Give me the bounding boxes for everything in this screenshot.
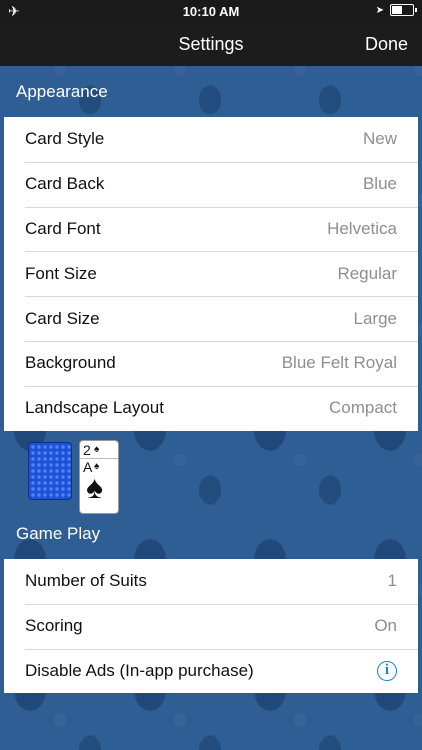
spade-icon: ♠ — [94, 444, 100, 455]
status-time: 10:10 AM — [182, 4, 240, 19]
row-value: 1 — [387, 571, 397, 591]
location-arrow-icon: ➤ — [375, 4, 384, 16]
card-preview: 2 ♠ A ♠ ♠ — [28, 440, 128, 514]
number-of-suits-row[interactable]: Number of Suits 1 — [4, 559, 418, 604]
row-label: Scoring — [25, 616, 83, 636]
row-label: Landscape Layout — [25, 398, 164, 418]
game-play-group: Number of Suits 1 Scoring On Disable Ads… — [4, 559, 418, 694]
done-button[interactable]: Done — [365, 34, 408, 55]
battery-icon — [390, 4, 417, 16]
row-label: Card Size — [25, 308, 100, 328]
row-label: Card Back — [25, 174, 105, 194]
card-back-preview — [28, 442, 72, 500]
disable-ads-row[interactable]: Disable Ads (In-app purchase) i — [4, 648, 418, 694]
background-row[interactable]: Background Blue Felt Royal — [4, 340, 418, 386]
row-label: Font Size — [25, 263, 97, 283]
row-value: Blue — [362, 174, 397, 194]
card-top-rank: 2 — [83, 442, 91, 458]
row-value: New — [362, 129, 397, 149]
section-header-appearance: Appearance — [16, 82, 108, 101]
row-value: Large — [353, 308, 397, 328]
card-font-row[interactable]: Card Font Helvetica — [4, 206, 418, 252]
row-value: Compact — [328, 398, 397, 418]
row-label: Background — [25, 353, 116, 373]
font-size-row[interactable]: Font Size Regular — [4, 251, 418, 296]
card-face-preview: 2 ♠ A ♠ ♠ — [79, 440, 119, 514]
row-label: Number of Suits — [25, 571, 147, 591]
row-label: Card Font — [25, 218, 101, 238]
row-value: Regular — [337, 263, 397, 283]
card-back-row[interactable]: Card Back Blue — [4, 161, 418, 207]
section-header-game-play: Game Play — [16, 524, 101, 543]
info-icon[interactable]: i — [377, 660, 397, 681]
page-title: Settings — [178, 34, 244, 54]
scoring-row[interactable]: Scoring On — [4, 603, 418, 649]
status-bar: ✈ 10:10 AM ➤ — [0, 0, 422, 22]
appearance-group: Card Style New Card Back Blue Card Font … — [4, 117, 418, 431]
status-icons: ➤ — [375, 4, 417, 16]
card-style-row[interactable]: Card Style New — [4, 117, 418, 162]
row-value: On — [374, 616, 397, 636]
row-label: Card Style — [25, 129, 105, 149]
spade-icon: ♠ — [86, 469, 103, 505]
row-value: Helvetica — [327, 218, 397, 238]
row-value: Blue Felt Royal — [281, 353, 397, 373]
card-size-row[interactable]: Card Size Large — [4, 296, 418, 341]
row-label: Disable Ads (In-app purchase) — [25, 660, 254, 680]
landscape-layout-row[interactable]: Landscape Layout Compact — [4, 385, 418, 431]
navigation-bar: Settings Done — [0, 22, 422, 66]
